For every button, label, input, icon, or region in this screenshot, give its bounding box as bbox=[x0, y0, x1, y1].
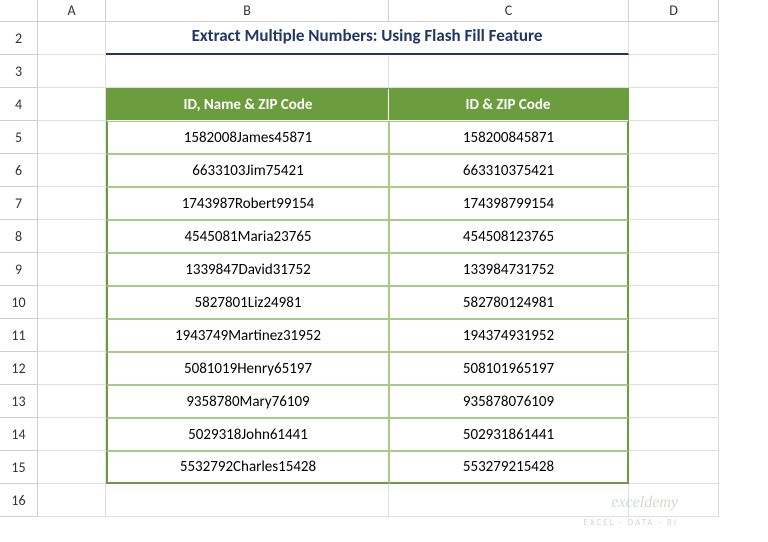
row-header-2[interactable]: 2 bbox=[0, 22, 38, 55]
cell-c6[interactable]: 663310375421 bbox=[389, 154, 629, 187]
cell-d15[interactable] bbox=[629, 451, 719, 484]
row-header-14[interactable]: 14 bbox=[0, 418, 38, 451]
watermark-main: exceldemy bbox=[611, 494, 678, 512]
cell-d14[interactable] bbox=[629, 418, 719, 451]
row-header-10[interactable]: 10 bbox=[0, 286, 38, 319]
cell-c13[interactable]: 935878076109 bbox=[389, 385, 629, 418]
cell-b15[interactable]: 5532792Charles15428 bbox=[106, 451, 389, 484]
row-header-15[interactable]: 15 bbox=[0, 451, 38, 484]
cell-a12[interactable] bbox=[38, 352, 106, 385]
col-header-a[interactable]: A bbox=[38, 0, 106, 22]
cell-d10[interactable] bbox=[629, 286, 719, 319]
row-header-7[interactable]: 7 bbox=[0, 187, 38, 220]
cell-d12[interactable] bbox=[629, 352, 719, 385]
row-header-9[interactable]: 9 bbox=[0, 253, 38, 286]
spreadsheet-grid: A B C D 2 Extract Multiple Numbers: Usin… bbox=[0, 0, 768, 517]
cell-d8[interactable] bbox=[629, 220, 719, 253]
row-header-3[interactable]: 3 bbox=[0, 55, 38, 88]
row-header-4[interactable]: 4 bbox=[0, 88, 38, 121]
cell-a4[interactable] bbox=[38, 88, 106, 121]
cell-c11[interactable]: 194374931952 bbox=[389, 319, 629, 352]
cell-d13[interactable] bbox=[629, 385, 719, 418]
cell-b16[interactable] bbox=[106, 484, 389, 517]
row-header-16[interactable]: 16 bbox=[0, 484, 38, 517]
row-header-13[interactable]: 13 bbox=[0, 385, 38, 418]
cell-c3[interactable] bbox=[389, 55, 629, 88]
cell-b6[interactable]: 6633103Jim75421 bbox=[106, 154, 389, 187]
row-header-11[interactable]: 11 bbox=[0, 319, 38, 352]
cell-a11[interactable] bbox=[38, 319, 106, 352]
cell-a2[interactable] bbox=[38, 22, 106, 55]
cell-a9[interactable] bbox=[38, 253, 106, 286]
cell-d3[interactable] bbox=[629, 55, 719, 88]
cell-c12[interactable]: 508101965197 bbox=[389, 352, 629, 385]
cell-a16[interactable] bbox=[38, 484, 106, 517]
cell-d4[interactable] bbox=[629, 88, 719, 121]
cell-a14[interactable] bbox=[38, 418, 106, 451]
cell-c16[interactable] bbox=[389, 484, 629, 517]
table-header-b[interactable]: ID, Name & ZIP Code bbox=[106, 88, 389, 121]
cell-a6[interactable] bbox=[38, 154, 106, 187]
row-header-8[interactable]: 8 bbox=[0, 220, 38, 253]
cell-a7[interactable] bbox=[38, 187, 106, 220]
cell-b3[interactable] bbox=[106, 55, 389, 88]
cell-d5[interactable] bbox=[629, 121, 719, 154]
cell-b8[interactable]: 4545081Maria23765 bbox=[106, 220, 389, 253]
cell-b10[interactable]: 5827801Liz24981 bbox=[106, 286, 389, 319]
row-header-12[interactable]: 12 bbox=[0, 352, 38, 385]
col-header-b[interactable]: B bbox=[106, 0, 389, 22]
cell-b9[interactable]: 1339847David31752 bbox=[106, 253, 389, 286]
cell-c9[interactable]: 133984731752 bbox=[389, 253, 629, 286]
cell-a13[interactable] bbox=[38, 385, 106, 418]
cell-d11[interactable] bbox=[629, 319, 719, 352]
row-header-6[interactable]: 6 bbox=[0, 154, 38, 187]
cell-d6[interactable] bbox=[629, 154, 719, 187]
cell-b12[interactable]: 5081019Henry65197 bbox=[106, 352, 389, 385]
cell-b7[interactable]: 1743987Robert99154 bbox=[106, 187, 389, 220]
cell-a8[interactable] bbox=[38, 220, 106, 253]
cell-d9[interactable] bbox=[629, 253, 719, 286]
table-header-c[interactable]: ID & ZIP Code bbox=[389, 88, 629, 121]
col-header-d[interactable]: D bbox=[629, 0, 719, 22]
cell-a15[interactable] bbox=[38, 451, 106, 484]
cell-b13[interactable]: 9358780Mary76109 bbox=[106, 385, 389, 418]
cell-d7[interactable] bbox=[629, 187, 719, 220]
cell-c10[interactable]: 582780124981 bbox=[389, 286, 629, 319]
cell-d2[interactable] bbox=[629, 22, 719, 55]
cell-a10[interactable] bbox=[38, 286, 106, 319]
corner-cell bbox=[0, 0, 38, 22]
cell-a3[interactable] bbox=[38, 55, 106, 88]
row-header-5[interactable]: 5 bbox=[0, 121, 38, 154]
cell-c8[interactable]: 454508123765 bbox=[389, 220, 629, 253]
cell-c14[interactable]: 502931861441 bbox=[389, 418, 629, 451]
watermark-sub: EXCEL · DATA · BI bbox=[584, 517, 678, 528]
col-header-c[interactable]: C bbox=[389, 0, 629, 22]
cell-c15[interactable]: 553279215428 bbox=[389, 451, 629, 484]
cell-a5[interactable] bbox=[38, 121, 106, 154]
title-cell[interactable]: Extract Multiple Numbers: Using Flash Fi… bbox=[106, 22, 629, 55]
cell-c5[interactable]: 158200845871 bbox=[389, 121, 629, 154]
cell-c7[interactable]: 174398799154 bbox=[389, 187, 629, 220]
cell-b11[interactable]: 1943749Martinez31952 bbox=[106, 319, 389, 352]
cell-b14[interactable]: 5029318John61441 bbox=[106, 418, 389, 451]
cell-b5[interactable]: 1582008James45871 bbox=[106, 121, 389, 154]
